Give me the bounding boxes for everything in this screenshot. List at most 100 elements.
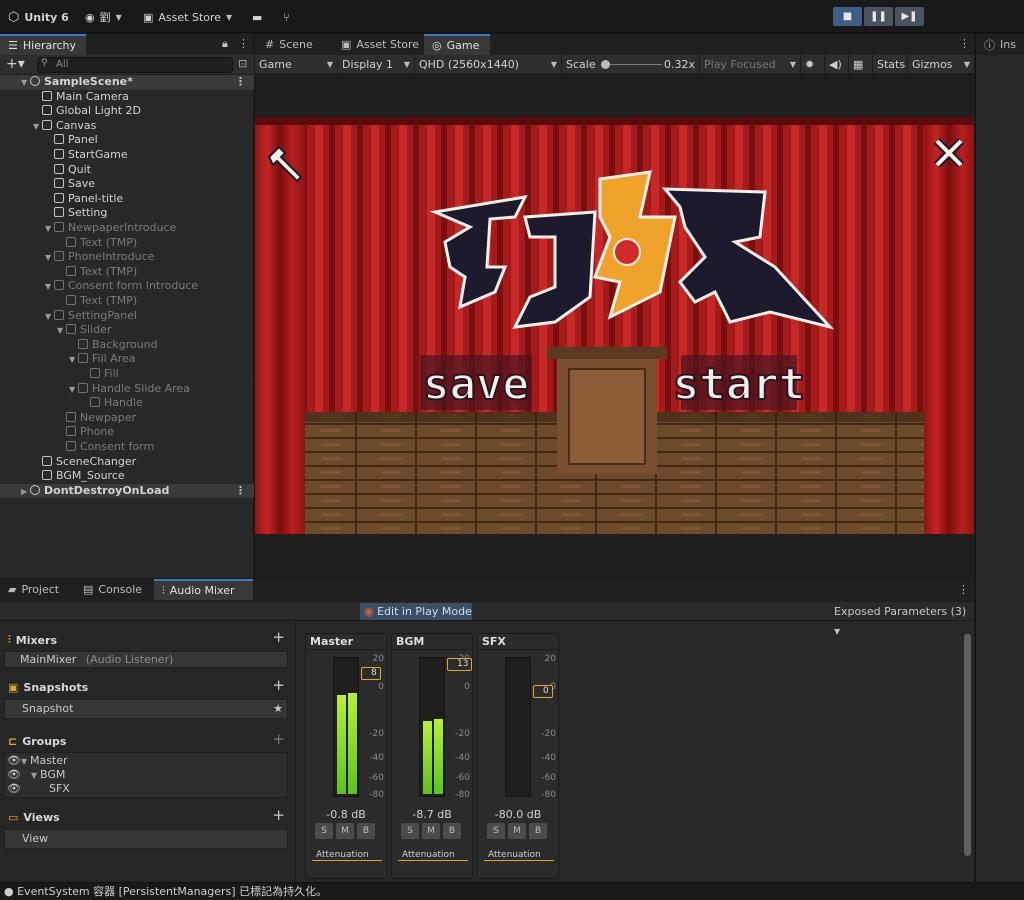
tab-asset-store[interactable]: ▣ Asset Store xyxy=(333,34,427,55)
kebab-menu-icon[interactable]: ⋮ xyxy=(958,583,969,596)
step-button[interactable]: ▶❚ xyxy=(895,7,924,26)
expand-icon[interactable]: ▼ xyxy=(69,353,78,368)
hierarchy-item[interactable]: Text (TMP) xyxy=(0,265,254,280)
hierarchy-item[interactable]: Main Camera xyxy=(0,90,254,105)
view-item[interactable]: View xyxy=(4,829,288,849)
eye-icon[interactable]: 👁︎ xyxy=(7,782,21,795)
add-snapshot-button[interactable]: + xyxy=(272,676,285,694)
scale-handle[interactable] xyxy=(601,60,610,69)
add-object-button[interactable]: +▾ xyxy=(6,56,25,72)
hierarchy-item[interactable]: SceneChanger xyxy=(0,455,254,470)
game-mode-dropdown[interactable]: Game ▼ xyxy=(255,55,338,74)
tab-hierarchy[interactable]: ☰ Hierarchy xyxy=(0,34,86,55)
hierarchy-item[interactable]: BGM_Source xyxy=(0,469,254,484)
play-focused-dropdown[interactable]: Play Focused ▼ xyxy=(700,55,801,74)
display-dropdown[interactable]: Display 1 ▼ xyxy=(338,55,415,74)
version-control-button[interactable]: ⑂ xyxy=(283,8,290,26)
add-group-button[interactable]: + xyxy=(272,730,285,748)
attenuation-effect[interactable]: Attenuation xyxy=(484,850,554,861)
attenuation-effect[interactable]: Attenuation xyxy=(312,850,382,861)
hierarchy-item[interactable]: ▼ Slider xyxy=(0,323,254,338)
group-row-bgm[interactable]: 👁︎ ▼ BGM xyxy=(7,768,65,781)
expand-icon[interactable]: ▼ xyxy=(33,120,42,135)
unity-menu[interactable]: ⬡ Unity 6 xyxy=(8,8,69,26)
hierarchy-item[interactable]: ▼ PhoneIntroduce xyxy=(0,250,254,265)
snapshot-item[interactable]: Snapshot ★ xyxy=(4,699,288,719)
group-row-sfx[interactable]: 👁︎ SFX xyxy=(7,782,70,795)
hierarchy-item[interactable]: StartGame xyxy=(0,148,254,163)
bypass-button[interactable]: B xyxy=(357,823,375,839)
expand-icon[interactable]: ▼ xyxy=(45,222,54,237)
gizmos-dropdown[interactable]: Gizmos ▼ xyxy=(908,55,974,74)
hierarchy-item[interactable]: Setting xyxy=(0,206,254,221)
solo-button[interactable]: S xyxy=(401,823,419,839)
start-game-button[interactable]: start xyxy=(672,355,806,411)
hierarchy-item[interactable]: Panel xyxy=(0,133,254,148)
bypass-button[interactable]: B xyxy=(529,823,547,839)
star-icon[interactable]: ★ xyxy=(273,700,283,718)
tab-inspector[interactable]: ⓘ Inspe xyxy=(976,34,1024,55)
hierarchy-item[interactable]: Phone xyxy=(0,425,254,440)
hierarchy-item[interactable]: Panel-title xyxy=(0,192,254,207)
expand-icon[interactable]: ▼ xyxy=(45,280,54,295)
mute-button[interactable]: M xyxy=(422,823,440,839)
edit-in-play-mode-toggle[interactable]: ◉ Edit in Play Mode xyxy=(360,603,472,620)
expand-icon[interactable]: ▼ xyxy=(69,383,78,398)
bug-button[interactable]: ✹ xyxy=(801,55,825,74)
asset-store-dropdown[interactable]: ▣ Asset Store ▼ xyxy=(143,8,232,26)
search-filter-icon[interactable]: ⊡ xyxy=(238,57,247,70)
account-dropdown[interactable]: ◉ 劉 ▼ xyxy=(85,8,122,26)
scene-row[interactable]: ▼ SampleScene* ⋮ xyxy=(0,75,254,90)
attenuation-effect[interactable]: Attenuation xyxy=(398,850,468,861)
hierarchy-item[interactable]: ▼ Consent form Introduce xyxy=(0,279,254,294)
scale-slider[interactable]: Scale 0.32x xyxy=(562,55,700,74)
eye-icon[interactable]: 👁︎ xyxy=(7,768,21,781)
shortcuts-button[interactable]: ▦ xyxy=(849,55,873,74)
hierarchy-item[interactable]: ▼ Handle Slide Area xyxy=(0,382,254,397)
tab-console[interactable]: ▤ Console xyxy=(75,579,150,600)
eye-icon[interactable]: 👁︎ xyxy=(7,754,21,767)
hierarchy-item[interactable]: Text (TMP) xyxy=(0,294,254,309)
kebab-menu-icon[interactable]: ⋮ xyxy=(238,37,249,50)
save-game-button[interactable]: save xyxy=(420,355,532,411)
expand-icon[interactable]: ▶ xyxy=(21,485,30,500)
volume-fader-handle[interactable]: 8 xyxy=(361,667,381,680)
package-button[interactable]: ▬ xyxy=(252,8,262,26)
resolution-dropdown[interactable]: QHD (2560x1440) ▼ xyxy=(415,55,562,74)
hierarchy-item[interactable]: Quit xyxy=(0,163,254,178)
kebab-menu-icon[interactable]: ⋮ xyxy=(235,75,246,90)
tab-scene[interactable]: # Scene xyxy=(257,34,321,55)
volume-fader-handle[interactable]: 0 xyxy=(533,685,553,698)
kebab-menu-icon[interactable]: ⋮ xyxy=(235,484,246,499)
stop-button[interactable]: ■ xyxy=(833,7,862,26)
hierarchy-search-input[interactable]: All xyxy=(37,57,233,73)
stats-button[interactable]: Stats xyxy=(873,55,908,74)
hierarchy-item[interactable]: Fill xyxy=(0,367,254,382)
hierarchy-item[interactable]: Background xyxy=(0,338,254,353)
bypass-button[interactable]: B xyxy=(443,823,461,839)
hierarchy-item[interactable]: Text (TMP) xyxy=(0,236,254,251)
group-row-master[interactable]: 👁︎▼ Master xyxy=(7,754,68,767)
add-mixer-button[interactable]: + xyxy=(272,628,285,646)
tab-game[interactable]: ◎ Game xyxy=(424,34,490,55)
scene-row[interactable]: ▶ DontDestroyOnLoad ⋮ xyxy=(0,483,254,500)
kebab-menu-icon[interactable]: ⋮ xyxy=(959,37,970,50)
add-view-button[interactable]: + xyxy=(272,806,285,824)
expand-icon[interactable]: ▼ xyxy=(45,310,54,325)
solo-button[interactable]: S xyxy=(487,823,505,839)
hierarchy-item[interactable]: ▼ SettingPanel xyxy=(0,309,254,324)
mute-audio-button[interactable]: ◀) xyxy=(825,55,849,74)
game-canvas[interactable]: save start xyxy=(255,117,974,534)
pause-button[interactable]: ❚❚ xyxy=(864,7,893,26)
mute-button[interactable]: M xyxy=(508,823,526,839)
tab-project[interactable]: ▰ Project xyxy=(0,579,67,600)
mixer-scrollbar[interactable] xyxy=(964,634,971,856)
hierarchy-item[interactable]: Save xyxy=(0,177,254,192)
hierarchy-item[interactable]: ▼ Canvas xyxy=(0,119,254,134)
volume-fader-handle[interactable]: 13 xyxy=(447,658,473,671)
expand-icon[interactable]: ▼ xyxy=(45,251,54,266)
expand-icon[interactable]: ▼ xyxy=(57,324,66,339)
hierarchy-item[interactable]: Handle xyxy=(0,396,254,411)
hierarchy-item[interactable]: Consent form xyxy=(0,440,254,455)
lock-icon[interactable]: 🔒︎ xyxy=(222,37,228,51)
